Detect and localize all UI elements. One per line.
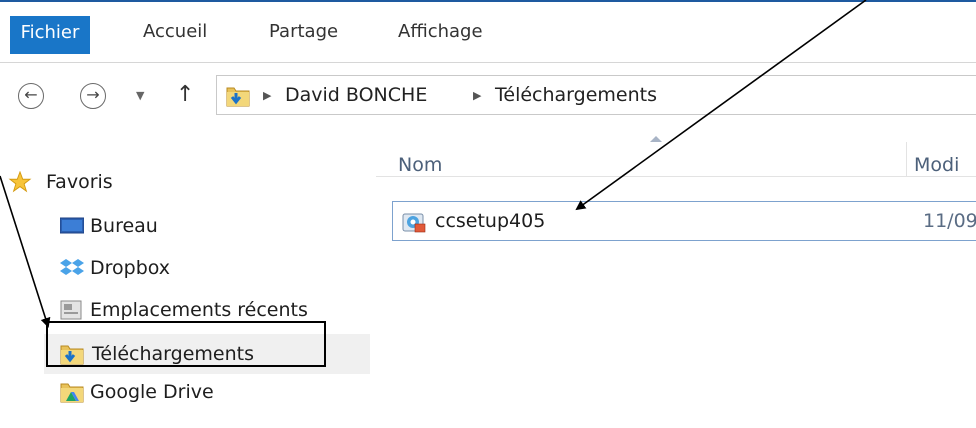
sidebar-item-label: Favoris bbox=[46, 171, 113, 193]
navigation-pane: Favoris Bureau Dropbox Emplacements réce… bbox=[0, 124, 370, 428]
up-arrow-icon: ↑ bbox=[176, 82, 195, 107]
breadcrumb-separator-icon: ▶ bbox=[263, 89, 272, 102]
file-row-ccsetup405[interactable]: ccsetup405 11/09 bbox=[392, 201, 976, 241]
downloads-folder-icon bbox=[226, 87, 250, 107]
highlight-box-annotation bbox=[46, 321, 326, 367]
file-name: ccsetup405 bbox=[435, 210, 546, 232]
column-header-row: Nom Modi bbox=[376, 132, 976, 177]
navigation-bar: ← → ▼ ↑ ▶ David BONCHE ▶ Téléchargements bbox=[0, 63, 976, 123]
installer-icon bbox=[402, 213, 426, 233]
back-arrow-icon: ← bbox=[24, 85, 38, 104]
tab-partage[interactable]: Partage bbox=[269, 16, 338, 48]
file-date-modified: 11/09 bbox=[923, 210, 976, 232]
recent-places-icon bbox=[60, 300, 82, 320]
tab-accueil[interactable]: Accueil bbox=[143, 16, 207, 48]
back-button[interactable]: ← bbox=[18, 83, 44, 109]
sidebar-item-label: Dropbox bbox=[90, 257, 171, 279]
breadcrumb-user[interactable]: David BONCHE bbox=[285, 82, 427, 108]
forward-button[interactable]: → bbox=[80, 83, 106, 109]
breadcrumb-downloads[interactable]: Téléchargements bbox=[495, 82, 657, 108]
column-header-nom[interactable]: Nom bbox=[398, 154, 442, 176]
star-icon bbox=[8, 171, 32, 193]
tab-affichage[interactable]: Affichage bbox=[398, 16, 483, 48]
column-divider[interactable] bbox=[906, 142, 907, 176]
sidebar-item-label: Google Drive bbox=[90, 381, 214, 403]
ribbon: Fichier Accueil Partage Affichage bbox=[0, 2, 976, 63]
recent-locations-dropdown[interactable]: ▼ bbox=[136, 89, 144, 102]
forward-arrow-icon: → bbox=[86, 85, 100, 104]
desktop-icon bbox=[60, 217, 84, 234]
tab-fichier[interactable]: Fichier bbox=[10, 16, 90, 54]
column-header-modifie[interactable]: Modi bbox=[914, 154, 959, 176]
sort-ascending-icon bbox=[650, 136, 662, 142]
up-button[interactable]: ↑ bbox=[176, 83, 194, 107]
address-bar[interactable]: ▶ David BONCHE ▶ Téléchargements bbox=[216, 75, 976, 115]
dropbox-icon bbox=[60, 259, 84, 275]
sidebar-item-label: Bureau bbox=[90, 215, 158, 237]
google-drive-icon bbox=[60, 383, 84, 403]
breadcrumb-separator-icon: ▶ bbox=[473, 89, 482, 102]
